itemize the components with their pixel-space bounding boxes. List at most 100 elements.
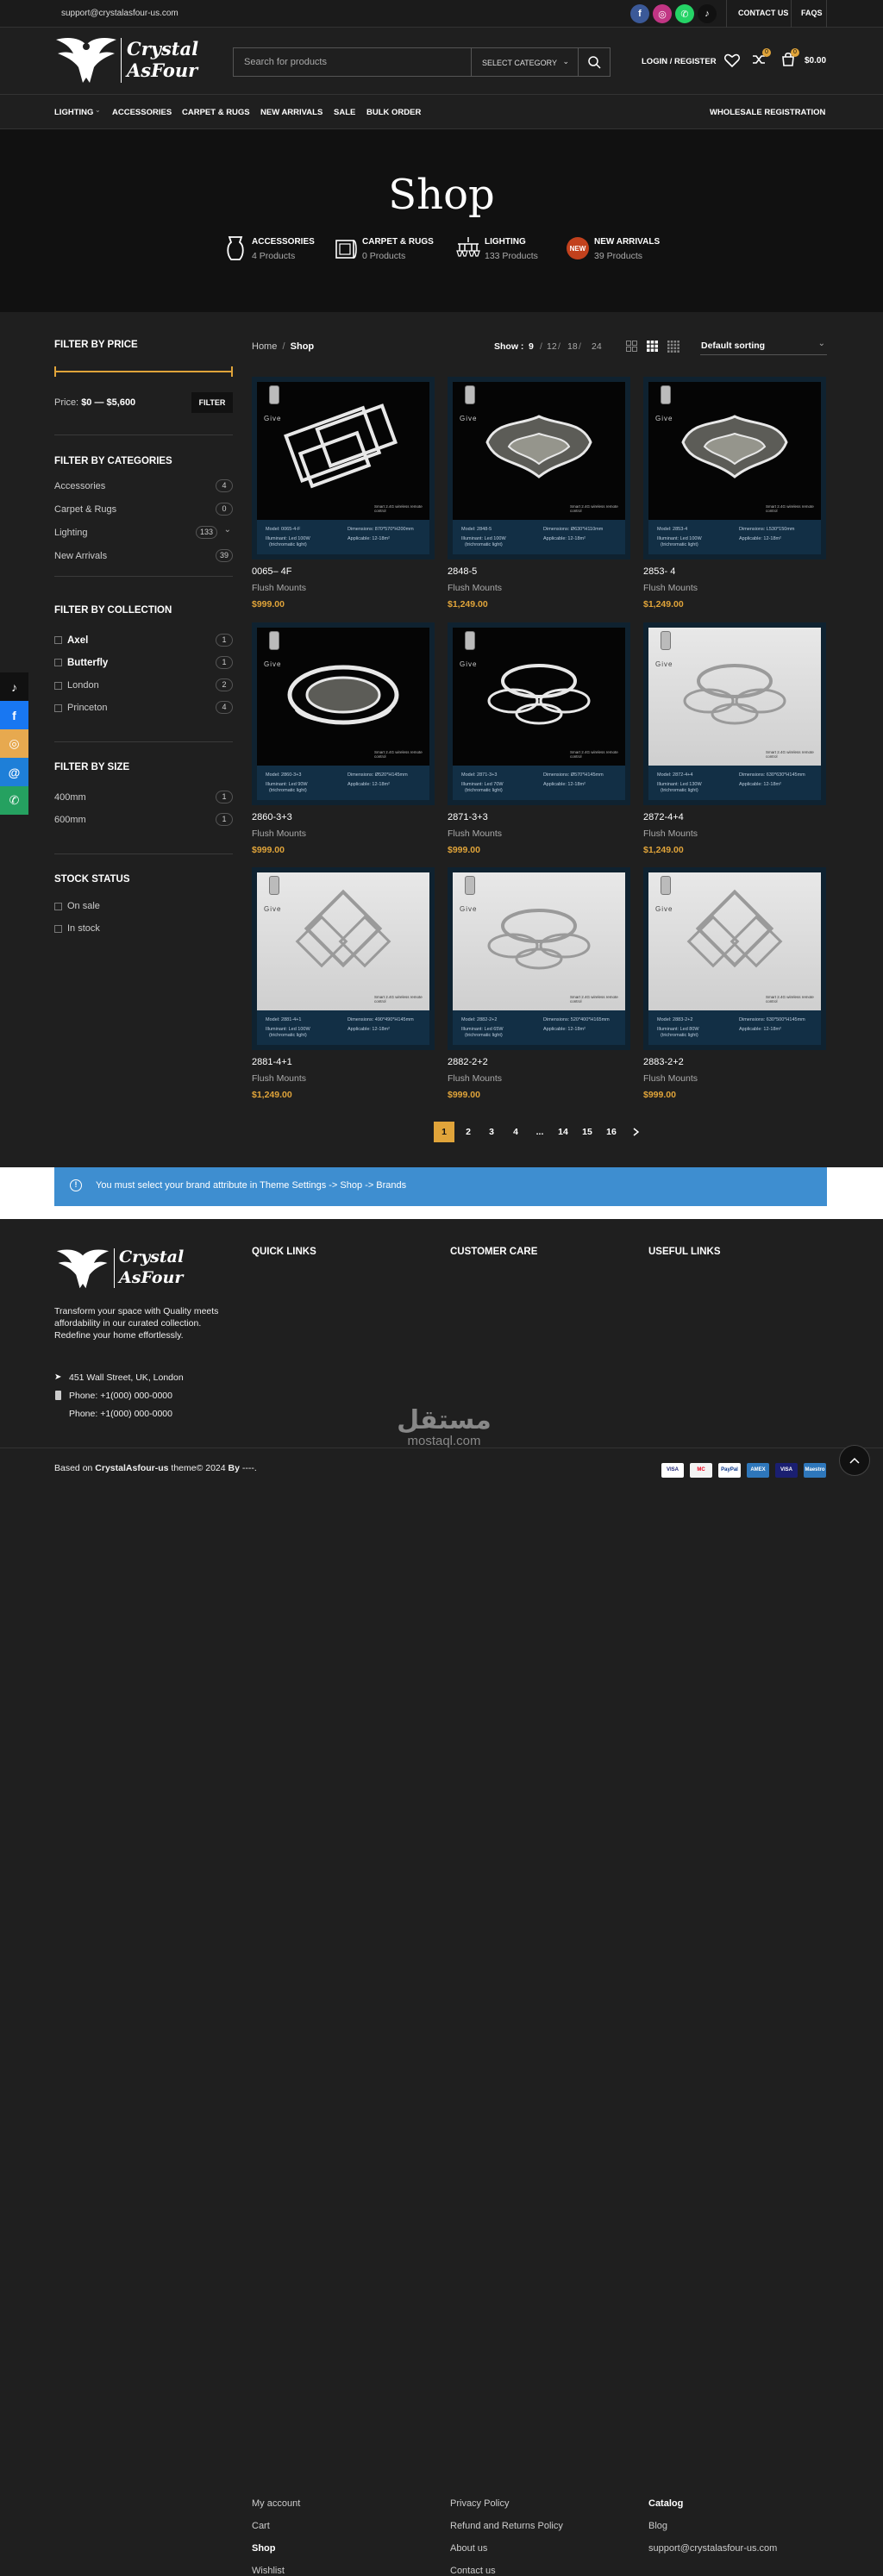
checkbox[interactable] (54, 703, 62, 712)
product-category[interactable]: Flush Mounts (448, 1073, 502, 1084)
product-image[interactable]: Give Smart 2.4G wireless remote control Mo… (643, 867, 826, 1050)
footer-link-shop[interactable]: Shop (252, 2543, 276, 2554)
grid-4-view-button[interactable] (667, 341, 679, 357)
product-card[interactable]: Give Smart 2.4G wireless remote control Mo… (448, 622, 630, 872)
footer-link-refund-and-returns-policy[interactable]: Refund and Returns Policy (450, 2521, 563, 2531)
filter-button[interactable]: FILTER (191, 392, 233, 413)
login-register-link[interactable]: LOGIN / REGISTER (642, 57, 717, 66)
product-image[interactable]: Give Smart 2.4G wireless remote control Mo… (448, 622, 630, 805)
chevron-down-icon[interactable]: ⌄ (224, 525, 231, 535)
breadcrumb-home-link[interactable]: Home (252, 341, 277, 352)
instagram-link[interactable]: ◎ (653, 4, 672, 23)
whatsapp-side-button[interactable]: ✆ (0, 786, 28, 815)
checkbox[interactable] (54, 924, 62, 933)
nav-item-accessories[interactable]: ACCESSORIES (112, 108, 172, 117)
next-page-button[interactable] (625, 1122, 646, 1142)
product-card[interactable]: Give Smart 2.4G wireless remote control Mo… (643, 622, 826, 872)
footer-link-privacy-policy[interactable]: Privacy Policy (450, 2498, 509, 2509)
checkbox[interactable] (54, 681, 62, 690)
page-link-1[interactable]: 1 (434, 1122, 454, 1142)
product-name[interactable]: 2881-4+1 (252, 1057, 292, 1067)
product-category[interactable]: Flush Mounts (643, 583, 698, 593)
scroll-top-button[interactable] (839, 1445, 870, 1476)
product-image[interactable]: Give Smart 2.4G wireless remote control Mo… (643, 622, 826, 805)
product-name[interactable]: 2848-5 (448, 566, 477, 577)
product-image[interactable]: Give Smart 2.4G wireless remote control Mo… (252, 622, 435, 805)
price-slider[interactable] (54, 366, 233, 377)
search-button[interactable] (578, 48, 611, 76)
footer-link-my-account[interactable]: My account (252, 2498, 300, 2509)
page-link-3[interactable]: 3 (481, 1122, 502, 1142)
product-name[interactable]: 2860-3+3 (252, 812, 292, 822)
page-link-14[interactable]: 14 (553, 1122, 573, 1142)
footer-link-support-crystalasfour-us-com[interactable]: support@crystalasfour-us.com (648, 2543, 777, 2554)
show-option-18[interactable]: 18 (567, 341, 578, 352)
product-card[interactable]: Give Smart 2.4G wireless remote control Mo… (448, 867, 630, 1117)
show-option-12[interactable]: 12 (547, 341, 557, 352)
product-name[interactable]: 2871-3+3 (448, 812, 488, 822)
page-link-2[interactable]: 2 (458, 1122, 479, 1142)
nav-item-lighting[interactable]: LIGHTING (54, 108, 93, 117)
checkbox[interactable] (54, 902, 62, 910)
show-option-9[interactable]: 9 (529, 341, 534, 352)
stock-filter-on-sale[interactable]: On sale (54, 901, 233, 911)
collection-filter-butterfly[interactable]: Butterfly 1 (54, 656, 233, 669)
category-filter-new-arrivals[interactable]: New Arrivals 39 (54, 549, 233, 562)
product-card[interactable]: Give Smart 2.4G wireless remote control Mo… (252, 867, 435, 1117)
email-side-button[interactable]: @ (0, 758, 28, 786)
compare-button[interactable]: 0 (752, 48, 771, 71)
sorting-select[interactable]: Default sorting ⌄ (700, 336, 827, 355)
product-name[interactable]: 2882-2+2 (448, 1057, 488, 1067)
grid-2-view-button[interactable] (626, 341, 637, 356)
footer-logo[interactable]: Crystal AsFour (54, 1247, 201, 1290)
footer-phone-2[interactable]: Phone: +1(000) 000-0000 (69, 1409, 172, 1419)
nav-item-wholesale-registration[interactable]: WHOLESALE REGISTRATION (710, 108, 825, 117)
product-name[interactable]: 2872-4+4 (643, 812, 684, 822)
category-filter-lighting[interactable]: Lighting 133 ⌄ (54, 525, 233, 539)
show-option-24[interactable]: 24 (592, 341, 602, 352)
footer-link-about-us[interactable]: About us (450, 2543, 487, 2554)
product-card[interactable]: Give Smart 2.4G wireless remote control Mo… (643, 377, 826, 627)
product-category[interactable]: Flush Mounts (252, 1073, 306, 1084)
footer-link-catalog[interactable]: Catalog (648, 2498, 683, 2509)
size-filter-400mm[interactable]: 400mm 1 (54, 791, 233, 803)
whatsapp-link[interactable]: ✆ (675, 4, 694, 23)
product-name[interactable]: 0065– 4F (252, 566, 291, 577)
price-slider-handle-min[interactable] (54, 366, 56, 377)
page-link-15[interactable]: 15 (577, 1122, 598, 1142)
facebook-link[interactable]: f (630, 4, 649, 23)
size-filter-600mm[interactable]: 600mm 1 (54, 813, 233, 826)
product-category[interactable]: Flush Mounts (448, 828, 502, 839)
search-input[interactable] (234, 48, 471, 76)
faqs-link[interactable]: FAQS (801, 9, 823, 17)
copyright-brand-link[interactable]: CrystalAsfour-us (95, 1463, 168, 1473)
product-category[interactable]: Flush Mounts (448, 583, 502, 593)
price-slider-handle-max[interactable] (231, 366, 233, 377)
product-category[interactable]: Flush Mounts (643, 828, 698, 839)
collection-filter-princeton[interactable]: Princeton 4 (54, 701, 233, 714)
tiktok-side-button[interactable]: ♪ (0, 672, 28, 701)
support-email-link[interactable]: support@crystalasfour-us.com (61, 9, 178, 18)
product-image[interactable]: Give Smart 2.4G wireless remote control Mo… (448, 377, 630, 560)
instagram-side-button[interactable]: ◎ (0, 729, 28, 758)
page-link-16[interactable]: 16 (601, 1122, 622, 1142)
wishlist-button[interactable] (723, 53, 742, 71)
category-filter-carpet-rugs[interactable]: Carpet & Rugs 0 (54, 503, 233, 516)
product-category[interactable]: Flush Mounts (252, 583, 306, 593)
checkbox[interactable] (54, 636, 62, 645)
footer-phone-1[interactable]: Phone: +1(000) 000-0000 (69, 1391, 172, 1401)
product-name[interactable]: 2853- 4 (643, 566, 675, 577)
product-image[interactable]: Give Smart 2.4G wireless remote control Mo… (252, 867, 435, 1050)
product-card[interactable]: Give Smart 2.4G wireless remote control Mo… (252, 377, 435, 627)
category-filter-accessories[interactable]: Accessories 4 (54, 479, 233, 492)
nav-item-sale[interactable]: SALE (334, 108, 355, 117)
product-category[interactable]: Flush Mounts (643, 1073, 698, 1084)
nav-item-bulk-order[interactable]: BULK ORDER (366, 108, 421, 117)
collection-filter-london[interactable]: London 2 (54, 678, 233, 691)
tiktok-link[interactable]: ♪ (698, 4, 717, 23)
stock-filter-in-stock[interactable]: In stock (54, 923, 233, 934)
nav-item-carpet-rugs[interactable]: CARPET & RUGS (182, 108, 250, 117)
footer-link-contact-us[interactable]: Contact us (450, 2566, 496, 2576)
product-card[interactable]: Give Smart 2.4G wireless remote control Mo… (643, 867, 826, 1117)
page-link-4[interactable]: 4 (505, 1122, 526, 1142)
